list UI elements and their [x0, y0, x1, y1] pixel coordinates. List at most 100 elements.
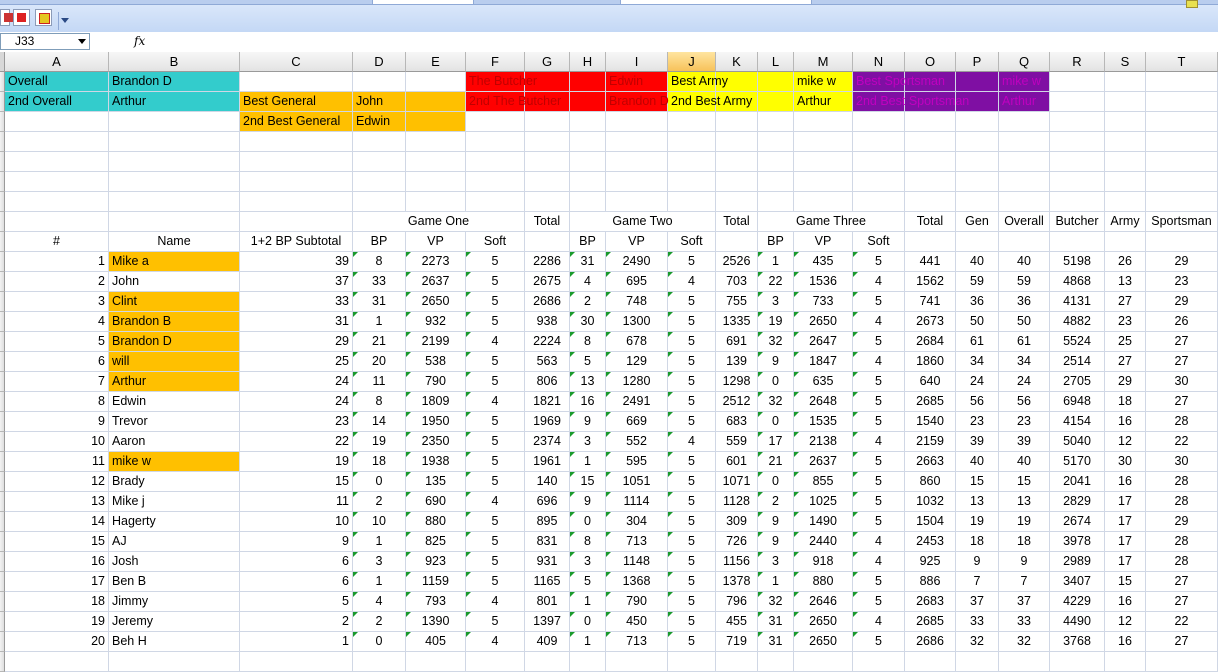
g3-total[interactable]: 741	[905, 292, 956, 312]
player-army[interactable]: 27	[1105, 352, 1146, 372]
cell-t9[interactable]	[1146, 232, 1218, 252]
g2-bp[interactable]: 1	[570, 592, 606, 612]
g1-total[interactable]: 696	[525, 492, 570, 512]
player-butcher[interactable]: 3978	[1050, 532, 1105, 552]
g1-vp[interactable]: 880	[406, 512, 466, 532]
g3-vp[interactable]: 880	[794, 572, 853, 592]
award-best-sportsman-label[interactable]: Best Sportsman	[853, 72, 948, 92]
g2-bp[interactable]: 5	[570, 572, 606, 592]
g2-soft[interactable]: 5	[668, 312, 716, 332]
g2-soft[interactable]: 5	[668, 492, 716, 512]
player-name[interactable]: John	[109, 272, 240, 292]
g2-total[interactable]: 1128	[716, 492, 758, 512]
player-butcher[interactable]: 2989	[1050, 552, 1105, 572]
cell-o30[interactable]	[905, 652, 956, 672]
player-gen[interactable]: 23	[956, 412, 999, 432]
player-butcher[interactable]: 6948	[1050, 392, 1105, 412]
cell-k7[interactable]	[716, 192, 758, 212]
cell-b6[interactable]	[109, 172, 240, 192]
player-overall[interactable]: 32	[999, 632, 1050, 652]
g2-total[interactable]: 726	[716, 532, 758, 552]
player-name[interactable]: Mike j	[109, 492, 240, 512]
g3-bp[interactable]: 21	[758, 452, 794, 472]
g3-total[interactable]: 640	[905, 372, 956, 392]
player-overall[interactable]: 61	[999, 332, 1050, 352]
g1-total[interactable]: 931	[525, 552, 570, 572]
player-rank[interactable]: 18	[5, 592, 109, 612]
g1-bp[interactable]: 2	[353, 492, 406, 512]
g2-bp[interactable]: 2	[570, 292, 606, 312]
g1-vp[interactable]: 690	[406, 492, 466, 512]
cell-q9[interactable]	[999, 232, 1050, 252]
header-army[interactable]: Army	[1105, 212, 1146, 232]
cell-r6[interactable]	[1050, 172, 1105, 192]
award-2nd-best-general-label[interactable]: 2nd Best General	[240, 112, 343, 132]
column-header-k[interactable]: K	[716, 52, 758, 72]
g2-vp[interactable]: 1368	[606, 572, 668, 592]
g1-total[interactable]: 2675	[525, 272, 570, 292]
cell-h2[interactable]	[570, 92, 606, 112]
g1-total[interactable]: 1821	[525, 392, 570, 412]
player-gen[interactable]: 40	[956, 252, 999, 272]
cell-p1[interactable]	[956, 72, 999, 92]
g1-bp[interactable]: 4	[353, 592, 406, 612]
g3-total[interactable]: 1540	[905, 412, 956, 432]
g1-total[interactable]: 2686	[525, 292, 570, 312]
name-box-dropdown-icon[interactable]	[78, 39, 86, 44]
cell-c1[interactable]	[240, 72, 353, 92]
g2-vp[interactable]: 304	[606, 512, 668, 532]
cell-r2[interactable]	[1050, 92, 1105, 112]
cell-m3[interactable]	[794, 112, 853, 132]
g1-vp[interactable]: 405	[406, 632, 466, 652]
player-overall[interactable]: 34	[999, 352, 1050, 372]
cell-s3[interactable]	[1105, 112, 1146, 132]
g2-total[interactable]: 755	[716, 292, 758, 312]
g2-bp[interactable]: 9	[570, 412, 606, 432]
g1-vp[interactable]: 932	[406, 312, 466, 332]
g2-soft[interactable]: 5	[668, 472, 716, 492]
g2-soft[interactable]: 5	[668, 612, 716, 632]
player-overall[interactable]: 37	[999, 592, 1050, 612]
player-rank[interactable]: 9	[5, 412, 109, 432]
g2-total[interactable]: 455	[716, 612, 758, 632]
cell-g5[interactable]	[525, 152, 570, 172]
player-butcher[interactable]: 5198	[1050, 252, 1105, 272]
player-butcher[interactable]: 5170	[1050, 452, 1105, 472]
player-army[interactable]: 27	[1105, 292, 1146, 312]
cell-p5[interactable]	[956, 152, 999, 172]
column-header-b[interactable]: B	[109, 52, 240, 72]
player-sportsman[interactable]: 22	[1146, 432, 1218, 452]
g2-bp[interactable]: 13	[570, 372, 606, 392]
cell-s9[interactable]	[1105, 232, 1146, 252]
player-gen[interactable]: 7	[956, 572, 999, 592]
player-butcher[interactable]: 3768	[1050, 632, 1105, 652]
column-header-r[interactable]: R	[1050, 52, 1105, 72]
player-army[interactable]: 12	[1105, 612, 1146, 632]
player-sportsman[interactable]: 27	[1146, 352, 1218, 372]
player-rank[interactable]: 13	[5, 492, 109, 512]
player-rank[interactable]: 3	[5, 292, 109, 312]
g3-bp[interactable]: 9	[758, 512, 794, 532]
cell-c30[interactable]	[240, 652, 353, 672]
g1-vp[interactable]: 923	[406, 552, 466, 572]
cell-m30[interactable]	[794, 652, 853, 672]
g3-soft[interactable]: 5	[853, 392, 905, 412]
g3-vp[interactable]: 635	[794, 372, 853, 392]
player-butcher[interactable]: 4490	[1050, 612, 1105, 632]
player-subtotal[interactable]: 25	[240, 352, 353, 372]
player-overall[interactable]: 9	[999, 552, 1050, 572]
award-2nd-best-sportsman-winner[interactable]: Arthur	[999, 92, 1039, 112]
player-sportsman[interactable]: 28	[1146, 492, 1218, 512]
header-name[interactable]: Name	[109, 232, 240, 252]
player-sportsman[interactable]: 27	[1146, 332, 1218, 352]
cell-c4[interactable]	[240, 132, 353, 152]
cell-a3[interactable]	[5, 112, 109, 132]
award-2nd-butcher-winner[interactable]: Brandon D	[606, 92, 672, 112]
toolbar-font-box[interactable]	[372, 0, 474, 5]
award-best-army-winner[interactable]: mike w	[794, 72, 839, 92]
g3-total[interactable]: 2685	[905, 612, 956, 632]
player-name[interactable]: Trevor	[109, 412, 240, 432]
player-overall[interactable]: 15	[999, 472, 1050, 492]
g2-soft[interactable]: 5	[668, 352, 716, 372]
player-name[interactable]: Aaron	[109, 432, 240, 452]
